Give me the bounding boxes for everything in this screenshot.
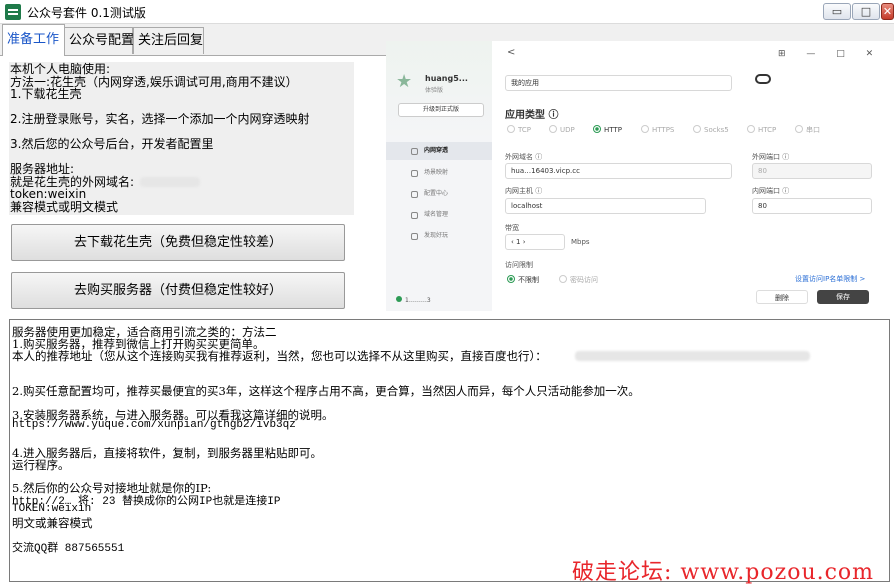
screenshot-window-controls: ⊞ — □ ✕ xyxy=(778,49,883,59)
ext-port-label: 外网端口 ⓘ xyxy=(752,153,790,161)
close-button[interactable]: ✕ xyxy=(881,3,894,20)
intro-line: 本机个人电脑使用: xyxy=(10,62,111,76)
minimize-button[interactable]: ▭ xyxy=(823,3,851,20)
notes-textarea[interactable]: 服务器使用更加稳定，适合商用引流之类的：方法二 1.购买服务器，推荐到微信上打开购… xyxy=(9,319,890,582)
radio-option: TCP xyxy=(507,125,531,134)
app-name-field: 我的应用 xyxy=(505,75,732,91)
int-port-field: 80 xyxy=(752,198,872,214)
account-edition: 体验版 xyxy=(425,87,444,94)
radio-option: HTTP xyxy=(593,125,622,134)
notes-line: 明文或兼容模式 xyxy=(12,516,93,530)
forum-watermark: 破走论坛: www.pozou.com xyxy=(572,560,875,585)
intro-line: token:weixin xyxy=(10,187,87,201)
config-icon xyxy=(411,191,418,198)
upgrade-button: 升级到正式版 xyxy=(398,103,484,117)
radio-option: 不限制 xyxy=(507,275,539,285)
notes-line: TOKEN:weixin xyxy=(12,503,92,515)
discover-icon xyxy=(411,233,418,240)
bandwidth-unit: Mbps xyxy=(571,238,590,246)
radio-option: HTCP xyxy=(747,125,776,134)
bandwidth-label: 带宽 xyxy=(505,224,519,232)
status-id: 1………3 xyxy=(396,296,431,304)
app-logo-icon xyxy=(5,4,21,20)
title-bar: 公众号套件 0.1测试版 ▭ □ ✕ xyxy=(0,0,894,24)
notes-line: https://www.yuque.com/xunpian/gthgb2/ivb… xyxy=(12,419,296,431)
section-title: 应用类型 ⓘ xyxy=(505,110,559,121)
tutorial-screenshot: ★ huang5... 体验版 升级到正式版 内网穿透 场景映射 配置中心 域名… xyxy=(386,41,894,311)
nav-item: 场景映射 xyxy=(386,164,492,182)
int-port-label: 内网端口 ⓘ xyxy=(752,187,790,195)
delete-button: 删除 xyxy=(756,290,808,304)
online-dot-icon xyxy=(396,296,402,302)
intro-line: 兼容模式或明文模式 xyxy=(10,199,119,214)
int-host-label: 内网主机 ⓘ xyxy=(505,187,543,195)
radio-option: 密码访问 xyxy=(559,275,598,285)
intro-text: 本机个人电脑使用: 方法一:花生壳（内网穿透,娱乐调试可用,商用不建议） 1.下载花… xyxy=(9,62,354,215)
tab-preparation[interactable]: 准备工作 xyxy=(2,24,65,56)
nav-item: 内网穿透 xyxy=(386,142,492,160)
download-peanut-shell-button[interactable]: 去下载花生壳（免费但稳定性较差） xyxy=(11,224,345,261)
int-host-field: localhost xyxy=(505,198,706,214)
radio-option: 串口 xyxy=(795,125,820,135)
tab-follow-reply[interactable]: 关注后回复 xyxy=(133,27,204,54)
nav-item: 域名管理 xyxy=(386,206,492,224)
access-label: 访问限制 xyxy=(505,261,533,269)
intro-line: 1.下载花生壳 xyxy=(10,87,82,101)
nav-item: 发现好玩 xyxy=(386,227,492,245)
radio-option: HTTPS xyxy=(641,125,674,134)
notes-line: 2.购买任意配置均可，推荐买最便宜的买3年，这样这个程序占用不高，更合算，当然因… xyxy=(12,384,640,398)
save-button: 保存 xyxy=(817,290,869,304)
toggle-icon xyxy=(755,74,771,84)
redacted-domain xyxy=(140,177,201,187)
account-name: huang5... xyxy=(425,74,468,83)
star-icon: ★ xyxy=(396,71,413,92)
back-icon: < xyxy=(507,47,516,58)
window-title: 公众号套件 0.1测试版 xyxy=(27,6,146,20)
notes-line: 本人的推荐地址（您从这个连接购买我有推荐返利，当然，您也可以选择不从这里购买，直… xyxy=(12,349,547,363)
radio-option: UDP xyxy=(549,125,575,134)
whitelist-link: 设置访问IP名单限制 > xyxy=(795,275,866,283)
radio-option: Socks5 xyxy=(693,125,729,134)
intro-line: 2.注册登录账号，实名，选择一个添加一个内网穿透映射 xyxy=(10,112,310,126)
screenshot-sidebar: ★ huang5... 体验版 升级到正式版 内网穿透 场景映射 配置中心 域名… xyxy=(386,41,492,311)
redacted-link xyxy=(575,351,810,361)
domain-icon xyxy=(411,212,418,219)
nav-item: 配置中心 xyxy=(386,185,492,203)
scene-icon xyxy=(411,170,418,177)
ext-domain-label: 外网域名 ⓘ xyxy=(505,153,543,161)
maximize-button[interactable]: □ xyxy=(852,3,880,20)
buy-server-button[interactable]: 去购买服务器（付费但稳定性较好） xyxy=(11,272,345,309)
tunnel-icon xyxy=(411,148,418,155)
bandwidth-stepper: ‹ 1 › xyxy=(505,234,565,250)
ext-port-field: 80 xyxy=(752,163,872,179)
notes-line: 运行程序。 xyxy=(12,458,70,472)
notes-line: 交流QQ群 887565551 xyxy=(12,543,125,555)
account-card: ★ huang5... 体验版 升级到正式版 xyxy=(386,41,492,140)
ext-domain-field: hua…16403.vicp.cc xyxy=(505,163,732,179)
tab-account-config[interactable]: 公众号配置 xyxy=(64,27,134,54)
intro-line: 3.然后您的公众号后台，开发者配置里 xyxy=(10,137,214,151)
